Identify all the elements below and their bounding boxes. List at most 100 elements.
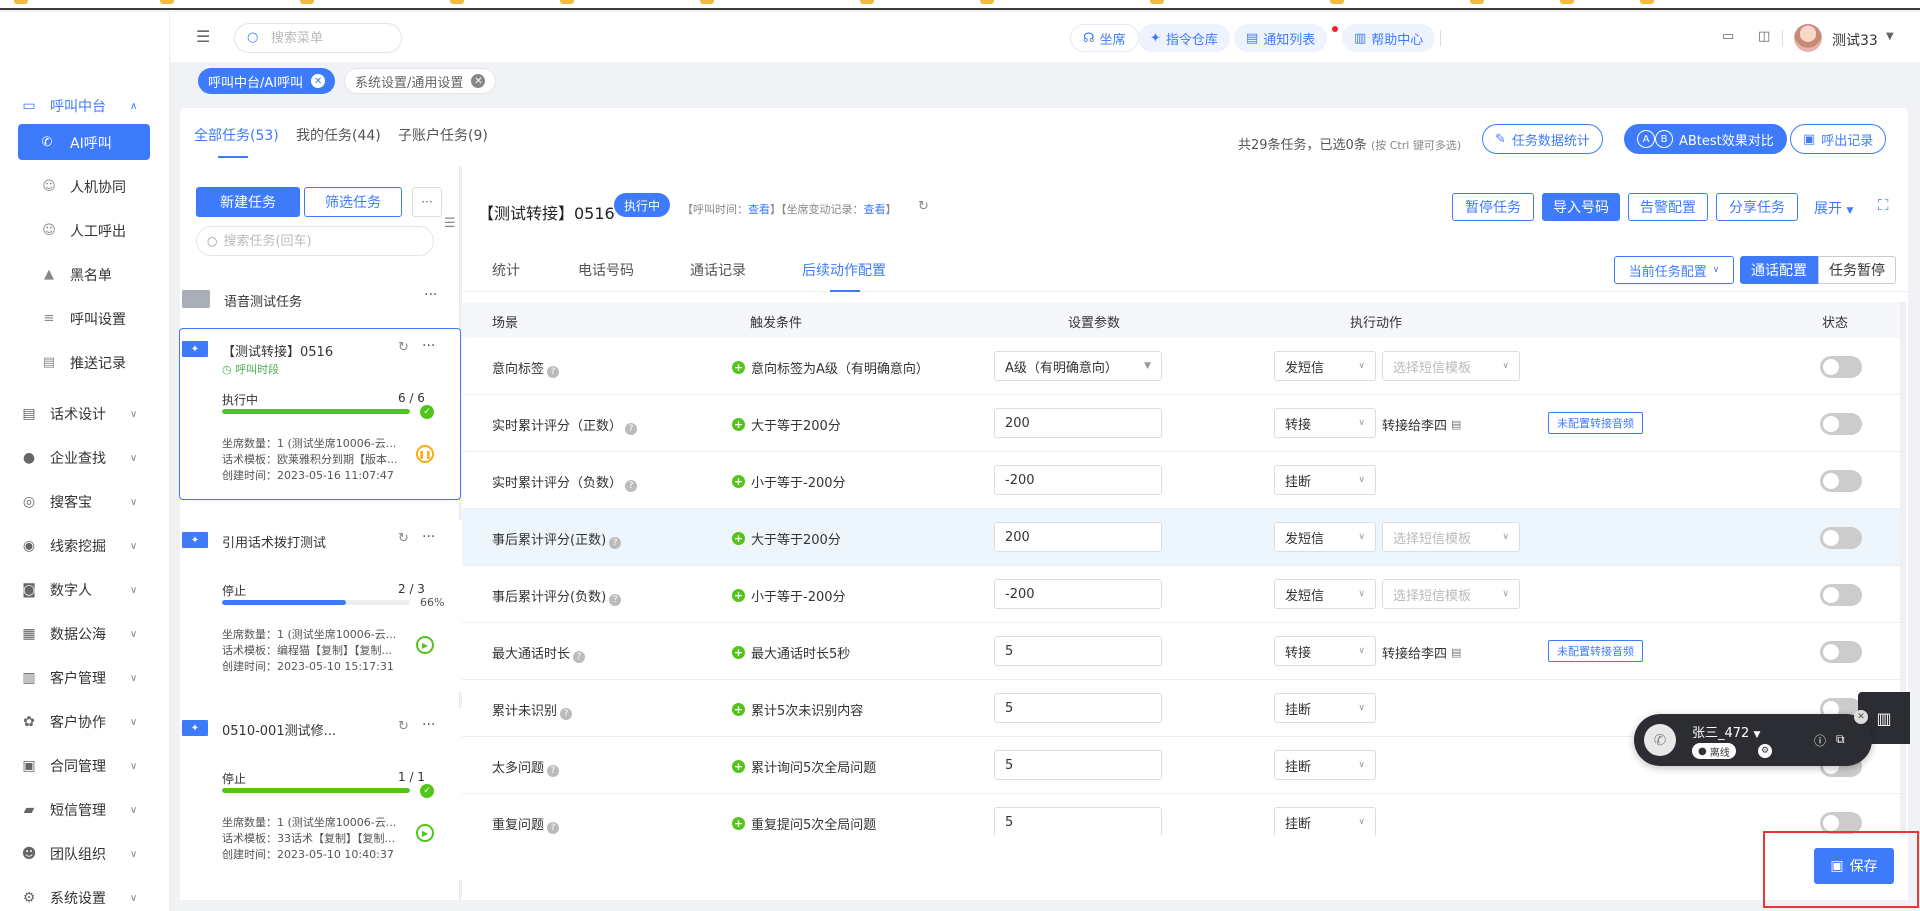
action-select[interactable]: 挂断 ∨ bbox=[1274, 465, 1376, 495]
tab-phone-numbers[interactable]: 电话号码 bbox=[578, 260, 634, 280]
sidebar-group-10[interactable]: ▰ 短信管理 ∨ bbox=[0, 792, 170, 828]
action-select[interactable]: 挂断 ∨ bbox=[1274, 693, 1376, 723]
sync-icon[interactable]: ↻ bbox=[398, 719, 409, 734]
param-input[interactable]: 200 bbox=[994, 522, 1162, 552]
plus-icon[interactable]: + bbox=[732, 589, 745, 602]
help-icon[interactable]: ? bbox=[625, 423, 638, 435]
status-toggle[interactable] bbox=[1820, 641, 1862, 663]
more-icon[interactable]: ··· bbox=[422, 338, 435, 354]
param-input[interactable]: 5 bbox=[994, 750, 1162, 780]
action-select[interactable]: 发短信 ∨ bbox=[1274, 579, 1376, 609]
pause-icon[interactable]: ❚❚ bbox=[416, 445, 434, 463]
seat-button[interactable]: ☊ 坐席 bbox=[1070, 24, 1139, 52]
task-search-input[interactable] bbox=[223, 233, 424, 249]
plus-icon[interactable]: + bbox=[732, 760, 745, 773]
status-toggle[interactable] bbox=[1820, 584, 1862, 606]
status-toggle[interactable] bbox=[1820, 356, 1862, 378]
tab-all-tasks[interactable]: 全部任务(53) bbox=[194, 125, 279, 145]
task-pause-toggle[interactable]: 任务暂停 bbox=[1818, 256, 1896, 284]
pause-task-button[interactable]: 暂停任务 bbox=[1452, 193, 1534, 221]
tag-general-settings[interactable]: 系统设置/通用设置 ✕ bbox=[344, 68, 497, 94]
call-agent-name[interactable]: 张三_472 ▼ bbox=[1692, 722, 1760, 741]
param-input[interactable]: -200 bbox=[994, 465, 1162, 495]
close-icon[interactable]: ✕ bbox=[471, 74, 486, 88]
play-icon[interactable]: ▶ bbox=[416, 636, 434, 654]
plus-icon[interactable]: + bbox=[732, 418, 745, 431]
sidebar-group-9[interactable]: ▣ 合同管理 ∨ bbox=[0, 748, 170, 784]
tab-sub-account-tasks[interactable]: 子账户任务(9) bbox=[398, 125, 488, 145]
call-records-button[interactable]: ▣ 呼出记录 bbox=[1790, 124, 1887, 154]
tab-my-tasks[interactable]: 我的任务(44) bbox=[296, 125, 381, 145]
expand-button[interactable]: 展开 ▼ bbox=[1814, 198, 1853, 218]
sidebar-group-8[interactable]: ✿ 客户协作 ∨ bbox=[0, 704, 170, 740]
sidebar-item-3[interactable]: ▲ 黑名单 bbox=[0, 256, 170, 292]
tab-followup-config[interactable]: 后续动作配置 bbox=[802, 260, 886, 280]
close-icon[interactable]: ✕ bbox=[1854, 710, 1868, 724]
document-icon[interactable]: ▤ bbox=[1451, 646, 1461, 659]
play-icon[interactable]: ▶ bbox=[416, 824, 434, 842]
task-card[interactable]: ✦ 【测试转接】0516 ↻ ··· ◷ 呼叫时段 执行中 6 / 6 ✓ 坐席… bbox=[179, 328, 461, 500]
param-input[interactable]: 5 bbox=[994, 693, 1162, 723]
action-select[interactable]: 发短信 ∨ bbox=[1274, 522, 1376, 552]
config-dropdown[interactable]: 当前任务配置 ∨ bbox=[1614, 256, 1734, 284]
sidebar-group-6[interactable]: ▦ 数据公海 ∨ bbox=[0, 616, 170, 652]
help-icon[interactable]: ? bbox=[609, 594, 622, 606]
popout-icon[interactable]: ⧉ bbox=[1836, 732, 1845, 747]
task-search[interactable]: ○ bbox=[196, 226, 434, 256]
status-toggle[interactable] bbox=[1820, 527, 1862, 549]
sidebar-group-5[interactable]: ◙ 数字人 ∨ bbox=[0, 572, 170, 608]
sidebar-group-3[interactable]: ◎ 搜客宝 ∨ bbox=[0, 484, 170, 520]
help-icon[interactable]: ? bbox=[547, 822, 560, 834]
notification-list-button[interactable]: ▤ 通知列表 bbox=[1234, 24, 1328, 52]
status-toggle[interactable] bbox=[1820, 470, 1862, 492]
share-task-button[interactable]: 分享任务 bbox=[1716, 193, 1798, 221]
sms-template-select[interactable]: 选择短信模板 ∨ bbox=[1382, 579, 1520, 609]
task-stats-button[interactable]: ✎ 任务数据统计 bbox=[1482, 124, 1603, 154]
task-card[interactable]: ✦ 引用话术拨打测试 ↻ ··· 停止 2 / 3 66% 坐席数量：1 (测试… bbox=[180, 520, 462, 692]
action-select[interactable]: 发短信 ∨ bbox=[1274, 351, 1376, 381]
tab-stats[interactable]: 统计 bbox=[492, 260, 520, 280]
close-icon[interactable]: ✕ bbox=[311, 74, 326, 88]
plus-icon[interactable]: + bbox=[732, 817, 745, 830]
param-input[interactable]: -200 bbox=[994, 579, 1162, 609]
collapse-panel-icon[interactable]: ☰ bbox=[444, 216, 456, 231]
plus-icon[interactable]: + bbox=[732, 475, 745, 488]
sidebar-group-call-center[interactable]: ▭ 呼叫中台 ∧ bbox=[0, 88, 170, 124]
view-seat-change-link[interactable]: 查看 bbox=[864, 203, 886, 216]
sidebar-group-4[interactable]: ◉ 线索挖掘 ∨ bbox=[0, 528, 170, 564]
screen-icon[interactable]: ▭ bbox=[1722, 29, 1738, 45]
sidebar-group-2[interactable]: ● 企业查找 ∨ bbox=[0, 440, 170, 476]
view-call-time-link[interactable]: 查看 bbox=[748, 203, 770, 216]
gear-icon[interactable]: ⚙ bbox=[1758, 744, 1772, 758]
sidebar-item-5[interactable]: ▤ 推送记录 bbox=[0, 344, 170, 380]
action-select[interactable]: 转接 ∨ bbox=[1274, 636, 1376, 666]
plus-icon[interactable]: + bbox=[732, 532, 745, 545]
table-scrollbar[interactable] bbox=[1900, 302, 1906, 836]
action-select[interactable]: 挂断 ∨ bbox=[1274, 750, 1376, 780]
menu-search-input[interactable] bbox=[271, 30, 391, 46]
sidebar-item-0[interactable]: ✆ AI呼叫 bbox=[18, 124, 150, 160]
plus-icon[interactable]: + bbox=[732, 703, 745, 716]
sidebar-group-7[interactable]: ▥ 客户管理 ∨ bbox=[0, 660, 170, 696]
sidebar-group-1[interactable]: ▤ 话术设计 ∨ bbox=[0, 396, 170, 432]
sidebar-item-4[interactable]: ≡ 呼叫设置 bbox=[0, 300, 170, 336]
phone-icon[interactable]: ✆ bbox=[1644, 724, 1676, 756]
plus-icon[interactable]: + bbox=[732, 646, 745, 659]
help-icon[interactable]: ? bbox=[547, 765, 560, 777]
agent-status[interactable]: ● 离线 bbox=[1692, 743, 1736, 759]
avatar[interactable] bbox=[1794, 24, 1822, 52]
fullscreen-icon[interactable]: ⛶ bbox=[1878, 196, 1889, 214]
chevron-down-icon[interactable]: ▼ bbox=[1886, 31, 1894, 42]
help-icon[interactable]: ? bbox=[609, 537, 622, 549]
save-button[interactable]: ▣ 保存 bbox=[1814, 848, 1894, 884]
param-input[interactable]: A级（有明确意向） ▼ bbox=[994, 351, 1162, 381]
transfer-audio-button[interactable]: 未配置转接音频 bbox=[1548, 640, 1643, 662]
more-icon[interactable]: ··· bbox=[422, 717, 435, 733]
sync-icon[interactable]: ↻ bbox=[398, 340, 409, 355]
camera-icon[interactable]: ◫ bbox=[1758, 29, 1774, 45]
help-icon[interactable]: ? bbox=[547, 366, 560, 378]
tab-call-records[interactable]: 通话记录 bbox=[690, 260, 746, 280]
param-input[interactable]: 5 bbox=[994, 636, 1162, 666]
info-icon[interactable]: ⓘ bbox=[1814, 732, 1826, 749]
call-config-toggle[interactable]: 通话配置 bbox=[1740, 256, 1818, 284]
